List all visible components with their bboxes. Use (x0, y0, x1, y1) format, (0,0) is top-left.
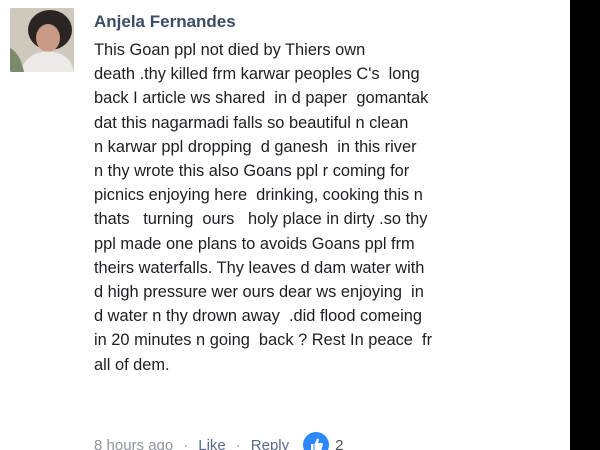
comment-body: Anjela Fernandes This Goan ppl not died … (94, 8, 560, 377)
comment-line: theirs waterfalls. Thy leaves d dam wate… (94, 258, 425, 277)
like-link[interactable]: Like (198, 437, 226, 450)
comment-line: all of dem. (94, 355, 170, 374)
comment-line: picnics enjoying here drinking, cooking … (94, 186, 423, 205)
comment-line: dat this nagarmadi falls so beautiful n … (94, 113, 409, 132)
reply-link[interactable]: Reply (251, 437, 289, 450)
comment-line: death .thy killed frm karwar peoples C's… (94, 65, 420, 84)
comment-actions: 8 hours ago · Like · Reply 2 (94, 432, 343, 450)
comment-line: n thy wrote this also Goans ppl r coming… (94, 162, 410, 181)
separator-dot: · (183, 436, 189, 450)
comment-line: thats turning ours holy place in dirty .… (94, 210, 428, 229)
comment-line: d high pressure wer ours dear ws enjoyin… (94, 283, 424, 302)
separator-dot: · (235, 436, 241, 450)
comment-line: n karwar ppl dropping d ganesh in this r… (94, 137, 417, 156)
comment-line: in 20 minutes n going back ? Rest In pea… (94, 331, 433, 350)
author-name[interactable]: Anjela Fernandes (94, 10, 560, 34)
comment-screenshot: Anjela Fernandes This Goan ppl not died … (0, 0, 600, 450)
comment-line: d water n thy drown away .did flood come… (94, 307, 422, 326)
avatar-photo-icon (10, 8, 74, 72)
reaction-count[interactable]: 2 (335, 437, 343, 450)
thumbs-up-icon (311, 438, 324, 450)
like-reaction-icon[interactable] (303, 432, 330, 450)
timestamp[interactable]: 8 hours ago (94, 437, 173, 450)
comment-line: back I article ws shared in d paper goma… (94, 89, 429, 108)
comment-text: This Goan ppl not died by Thiers own dea… (94, 38, 560, 377)
comment: Anjela Fernandes This Goan ppl not died … (10, 8, 560, 450)
comment-line: ppl made one plans to avoids Goans ppl f… (94, 234, 415, 253)
comment-line: This Goan ppl not died by Thiers own (94, 41, 366, 59)
right-border-bar (570, 0, 600, 450)
avatar[interactable] (10, 8, 74, 72)
